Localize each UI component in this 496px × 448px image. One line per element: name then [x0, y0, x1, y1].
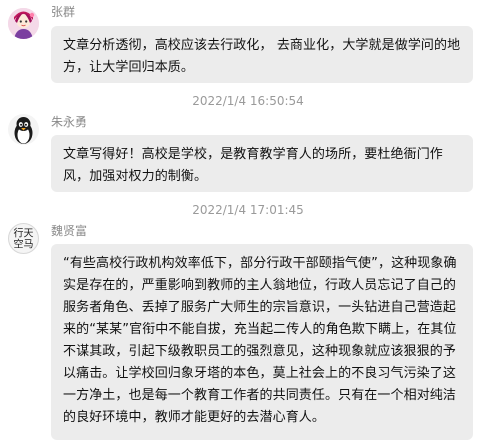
comment-timestamp: 2022/1/4 16:50:54 [192, 94, 304, 108]
comment-bubble: 文章分析透彻，高校应该去行政化， 去商业化，大学就是做学问的地方，让大学回归本质… [51, 26, 473, 83]
comment-timestamp: 2022/1/4 17:01:45 [192, 203, 304, 217]
svg-text:行天: 行天 [14, 227, 34, 240]
comment-author: 魏贤富 [51, 224, 88, 238]
calligraphy-avatar-icon[interactable]: 行天 空马 [8, 223, 39, 254]
pink-cartoon-avatar-icon[interactable] [8, 8, 39, 39]
comment-thread: 张群 文章分析透彻，高校应该去行政化， 去商业化，大学就是做学问的地方，让大学回… [0, 0, 496, 448]
svg-text:空马: 空马 [14, 238, 34, 251]
comment-author: 张群 [51, 5, 76, 19]
penguin-avatar-icon[interactable] [8, 114, 39, 145]
comment-bubble: “有些高校行政机构效率低下，部分行政干部颐指气使”，这种现象确实是存在的，严重影… [51, 244, 473, 440]
comment-bubble: 文章写得好！高校是学校，是教育教学育人的场所，要杜绝衙门作风，加强对权力的制衡。 [51, 135, 473, 192]
comment-author: 朱永勇 [51, 115, 88, 129]
